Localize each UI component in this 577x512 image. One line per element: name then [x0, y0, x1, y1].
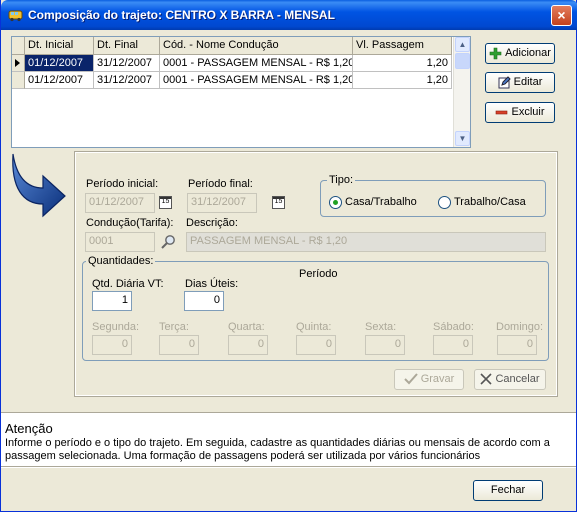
radio-trabalho-casa[interactable] [438, 196, 451, 209]
editar-button[interactable]: Editar [485, 72, 555, 93]
calendar-icon[interactable]: 15 [272, 196, 285, 209]
excluir-button[interactable]: Excluir [485, 102, 555, 123]
conducao-input[interactable]: 0001 [85, 232, 155, 252]
quinta-input[interactable]: 0 [296, 335, 336, 355]
info-title: Atenção [5, 421, 53, 436]
curved-arrow-icon [12, 153, 66, 218]
periodo-final-input[interactable]: 31/12/2007 [187, 193, 257, 213]
dias-uteis-label: Dias Úteis: [185, 278, 239, 290]
minus-icon [496, 110, 508, 114]
cell-dt-final[interactable]: 31/12/2007 [94, 55, 160, 72]
dias-uteis-input[interactable]: 0 [184, 291, 224, 311]
footer-divider [1, 466, 576, 468]
bus-ticket-icon [8, 10, 23, 22]
terca-input[interactable]: 0 [159, 335, 199, 355]
quantidades-label: Quantidades: [86, 255, 156, 267]
cancelar-label: Cancelar [495, 373, 540, 385]
grid-indicator-header [12, 37, 25, 55]
domingo-input[interactable]: 0 [497, 335, 537, 355]
fechar-label: Fechar [490, 484, 526, 496]
qtd-diaria-input[interactable]: 1 [92, 291, 132, 311]
sexta-label: Sexta: [365, 321, 397, 333]
calendar-icon[interactable]: 15 [159, 196, 172, 209]
quarta-label: Quarta: [228, 321, 265, 333]
current-row-arrow-icon [15, 59, 20, 67]
periodo-inicial-label: Período inicial: [86, 178, 159, 190]
info-panel: Atenção Informe o período e o tipo do tr… [1, 412, 576, 466]
dialog-window: Composição do trajeto: CENTRO X BARRA - … [0, 0, 577, 512]
cell-vl-passagem[interactable]: 1,20 [353, 55, 452, 72]
gravar-button[interactable]: Gravar [394, 369, 464, 390]
periodo-inicial-input[interactable]: 01/12/2007 [85, 193, 155, 213]
title-bar[interactable]: Composição do trajeto: CENTRO X BARRA - … [1, 0, 577, 30]
quinta-label: Quinta: [296, 321, 332, 333]
x-cancel-icon [480, 373, 493, 385]
sabado-input[interactable]: 0 [433, 335, 473, 355]
scroll-thumb[interactable] [455, 53, 470, 69]
detail-panel: Período inicial: 01/12/2007 15 Período f… [74, 151, 558, 397]
quantidades-groupbox: Quantidades: Período Qtd. Diária VT: 1 D… [82, 255, 549, 361]
conducao-label: Condução(Tarifa): [86, 217, 174, 229]
grid-vertical-scrollbar[interactable]: ▲ ▼ [453, 37, 470, 147]
column-header-dt-inicial[interactable]: Dt. Inicial [25, 37, 94, 55]
cell-vl-passagem[interactable]: 1,20 [353, 72, 452, 89]
periodo-final-label: Período final: [188, 178, 253, 190]
descricao-input: PASSAGEM MENSAL - R$ 1,20 [186, 232, 546, 252]
cell-conducao[interactable]: 0001 - PASSAGEM MENSAL - R$ 1,20 [160, 72, 353, 89]
column-header-vl-passagem[interactable]: Vl. Passagem [353, 37, 452, 55]
sabado-label: Sábado: [433, 321, 474, 333]
cell-dt-final[interactable]: 31/12/2007 [94, 72, 160, 89]
grid-header: Dt. Inicial Dt. Final Cód. - Nome Conduç… [12, 37, 452, 55]
table-row[interactable]: 01/12/2007 31/12/2007 0001 - PASSAGEM ME… [12, 72, 452, 89]
editar-label: Editar [513, 76, 543, 88]
adicionar-button[interactable]: Adicionar [485, 43, 555, 64]
sexta-input[interactable]: 0 [365, 335, 405, 355]
row-indicator [12, 55, 25, 72]
close-window-button[interactable]: × [551, 5, 572, 26]
excluir-label: Excluir [511, 106, 545, 118]
info-text: Informe o período e o tipo do trajeto. E… [5, 437, 550, 462]
radio-casa-trabalho[interactable] [329, 196, 342, 209]
row-indicator [12, 72, 25, 89]
tipo-groupbox: Tipo: Casa/Trabalho Trabalho/Casa [320, 174, 546, 217]
window-title: Composição do trajeto: CENTRO X BARRA - … [28, 8, 335, 22]
cell-dt-inicial[interactable]: 01/12/2007 [25, 55, 94, 72]
tipo-label: Tipo: [327, 174, 356, 186]
terca-label: Terça: [159, 321, 189, 333]
segunda-label: Segunda: [92, 321, 140, 333]
descricao-label: Descrição: [186, 217, 238, 229]
fechar-button[interactable]: Fechar [473, 480, 543, 501]
search-icon[interactable] [160, 234, 176, 250]
trabalho-casa-label[interactable]: Trabalho/Casa [454, 196, 526, 208]
column-header-dt-final[interactable]: Dt. Final [94, 37, 160, 55]
adicionar-label: Adicionar [505, 47, 551, 59]
domingo-label: Domingo: [496, 321, 544, 333]
scroll-up-arrow-icon[interactable]: ▲ [455, 37, 470, 52]
qtd-diaria-label: Qtd. Diária VT: [92, 278, 164, 290]
edit-pencil-icon [498, 75, 511, 89]
table-row[interactable]: 01/12/2007 31/12/2007 0001 - PASSAGEM ME… [12, 55, 452, 72]
cell-conducao[interactable]: 0001 - PASSAGEM MENSAL - R$ 1,20 [160, 55, 353, 72]
quarta-input[interactable]: 0 [228, 335, 268, 355]
passagens-grid[interactable]: Dt. Inicial Dt. Final Cód. - Nome Conduç… [11, 36, 471, 148]
cell-dt-inicial[interactable]: 01/12/2007 [25, 72, 94, 89]
casa-trabalho-label[interactable]: Casa/Trabalho [345, 196, 417, 208]
gravar-label: Gravar [420, 373, 455, 385]
periodo-section-label: Período [299, 268, 338, 280]
scroll-down-arrow-icon[interactable]: ▼ [455, 131, 470, 146]
checkmark-icon [403, 373, 418, 385]
cancelar-button[interactable]: Cancelar [474, 369, 546, 390]
column-header-conducao[interactable]: Cód. - Nome Condução [160, 37, 353, 55]
segunda-input[interactable]: 0 [92, 335, 132, 355]
plus-icon [489, 47, 502, 59]
